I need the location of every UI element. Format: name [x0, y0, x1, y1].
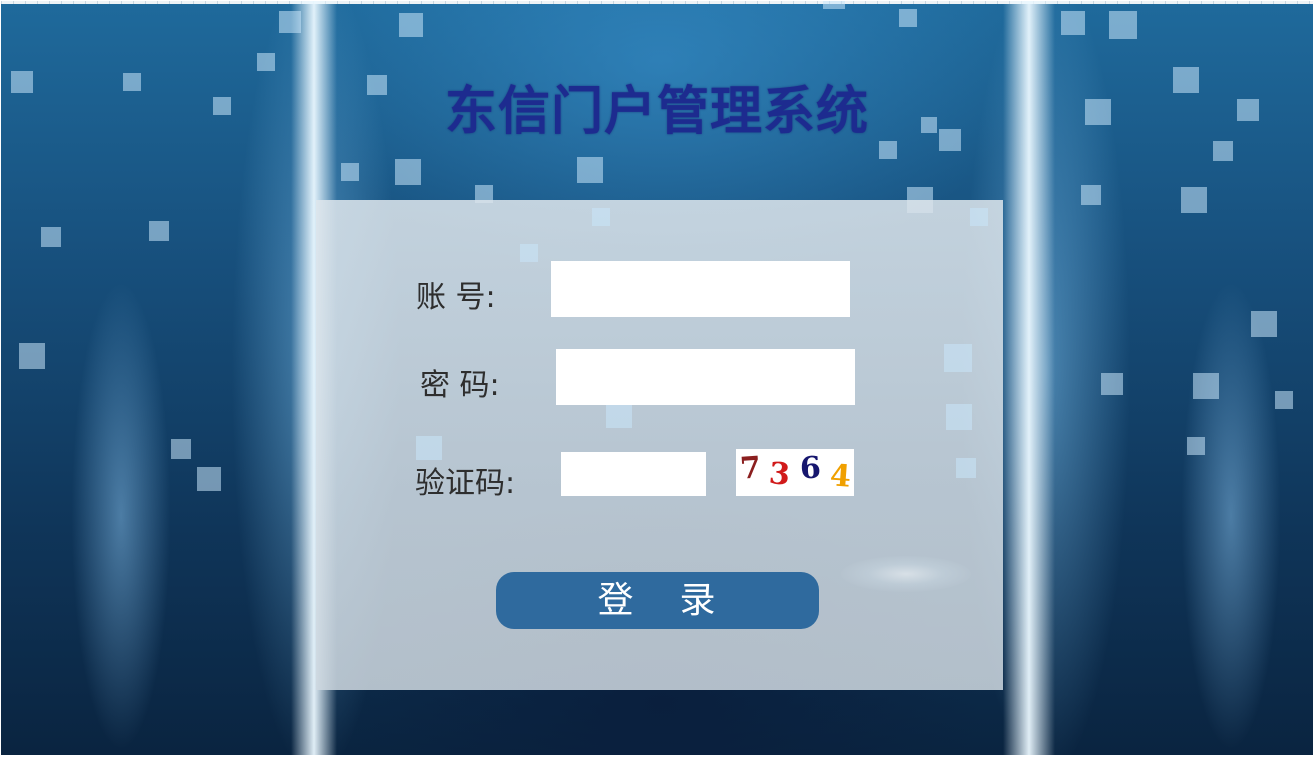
- deco-square: [956, 458, 976, 478]
- deco-square: [970, 208, 988, 226]
- deco-square: [416, 436, 442, 460]
- captcha-char: 4: [828, 458, 853, 495]
- password-label: 密 码:: [420, 368, 500, 403]
- deco-square: [1081, 185, 1101, 205]
- top-ruler: [1, 1, 1313, 4]
- deco-square: [1193, 373, 1219, 399]
- deco-square: [171, 439, 191, 459]
- account-label: 账 号:: [416, 280, 496, 315]
- login-panel: 账 号: 密 码: 验证码: 7 3 6 4 登录: [316, 200, 1003, 690]
- page-title: 东信门户管理系统: [444, 82, 869, 142]
- captcha-char: 3: [767, 456, 792, 493]
- deco-square: [1061, 11, 1085, 35]
- captcha-input[interactable]: [561, 452, 706, 496]
- deco-square: [577, 157, 603, 183]
- deco-square: [1187, 437, 1205, 455]
- login-button-char: 登: [597, 580, 636, 621]
- deco-square: [1101, 373, 1123, 395]
- far-right-glow: [1181, 281, 1281, 751]
- deco-square: [1213, 141, 1233, 161]
- deco-square: [41, 227, 61, 247]
- deco-square: [395, 159, 421, 185]
- captcha-label: 验证码:: [415, 466, 516, 501]
- deco-square: [19, 343, 45, 369]
- deco-square: [197, 467, 221, 491]
- account-input[interactable]: [551, 261, 850, 317]
- deco-square: [592, 208, 610, 226]
- deco-square: [399, 13, 423, 37]
- deco-square: [1109, 11, 1137, 39]
- deco-square: [1275, 391, 1293, 409]
- login-background: 东信门户管理系统 账 号: 密 码: 验证码: 7 3 6 4 登录: [1, 1, 1313, 755]
- deco-square: [149, 221, 169, 241]
- captcha-image[interactable]: 7 3 6 4: [736, 449, 854, 496]
- deco-square: [944, 344, 972, 372]
- deco-square: [1251, 311, 1277, 337]
- deco-square: [606, 404, 632, 428]
- login-button[interactable]: 登录: [496, 572, 819, 629]
- far-left-glow: [71, 281, 171, 751]
- deco-square: [341, 163, 359, 181]
- captcha-char: 7: [738, 450, 763, 487]
- deco-square: [520, 244, 538, 262]
- deco-square: [899, 9, 917, 27]
- deco-square: [1181, 187, 1207, 213]
- captcha-char: 6: [799, 450, 822, 487]
- login-button-char: 录: [679, 580, 718, 621]
- deco-square: [946, 404, 972, 430]
- password-input[interactable]: [556, 349, 855, 405]
